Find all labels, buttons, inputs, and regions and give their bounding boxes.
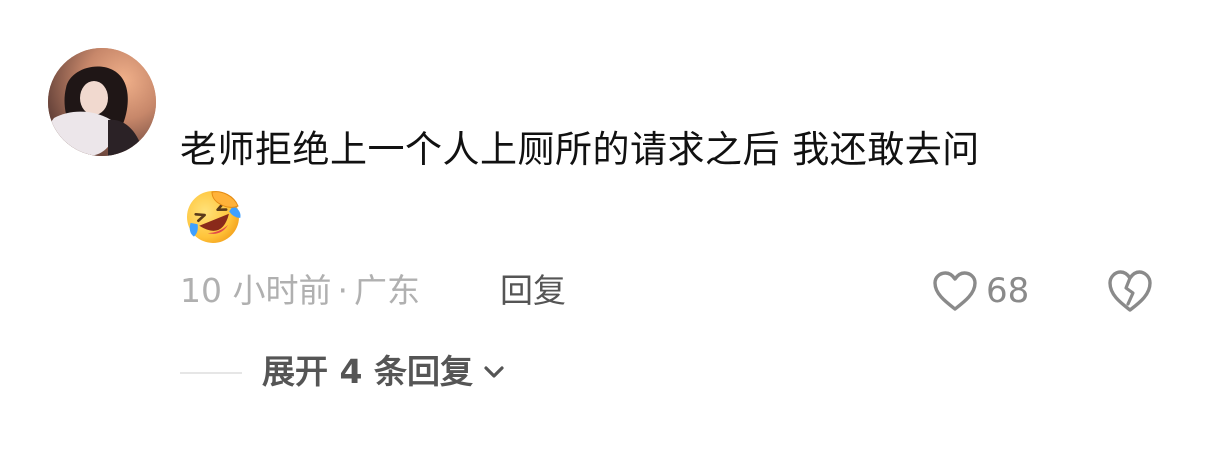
comment-item: 老师拒绝上一个人上厕所的请求之后 我还敢去问 10 小时前 · 广东 回复 68… (0, 0, 1206, 449)
avatar-image (48, 48, 156, 156)
laugh-crying-emoji-icon (182, 186, 244, 248)
comment-location: 广东 (353, 271, 420, 310)
comment-meta: 10 小时前 · 广东 (180, 266, 420, 316)
expand-replies-label: 展开 4 条回复 (262, 352, 473, 391)
heart-outline-icon (933, 271, 977, 311)
chevron-down-icon (484, 366, 504, 378)
dislike-button[interactable] (1106, 268, 1154, 314)
avatar[interactable] (48, 48, 156, 156)
comment-text: 老师拒绝上一个人上厕所的请求之后 我还敢去问 (180, 128, 980, 171)
broken-heart-icon (1108, 270, 1152, 312)
expand-divider (180, 372, 242, 374)
expand-replies-button[interactable]: 展开 4 条回复 (262, 347, 507, 397)
like-count: 68 (986, 271, 1030, 311)
reply-button[interactable]: 回复 (500, 266, 566, 316)
meta-separator: · (337, 271, 348, 310)
like-button[interactable]: 68 (932, 266, 1029, 316)
comment-time: 10 小时前 (180, 271, 332, 310)
